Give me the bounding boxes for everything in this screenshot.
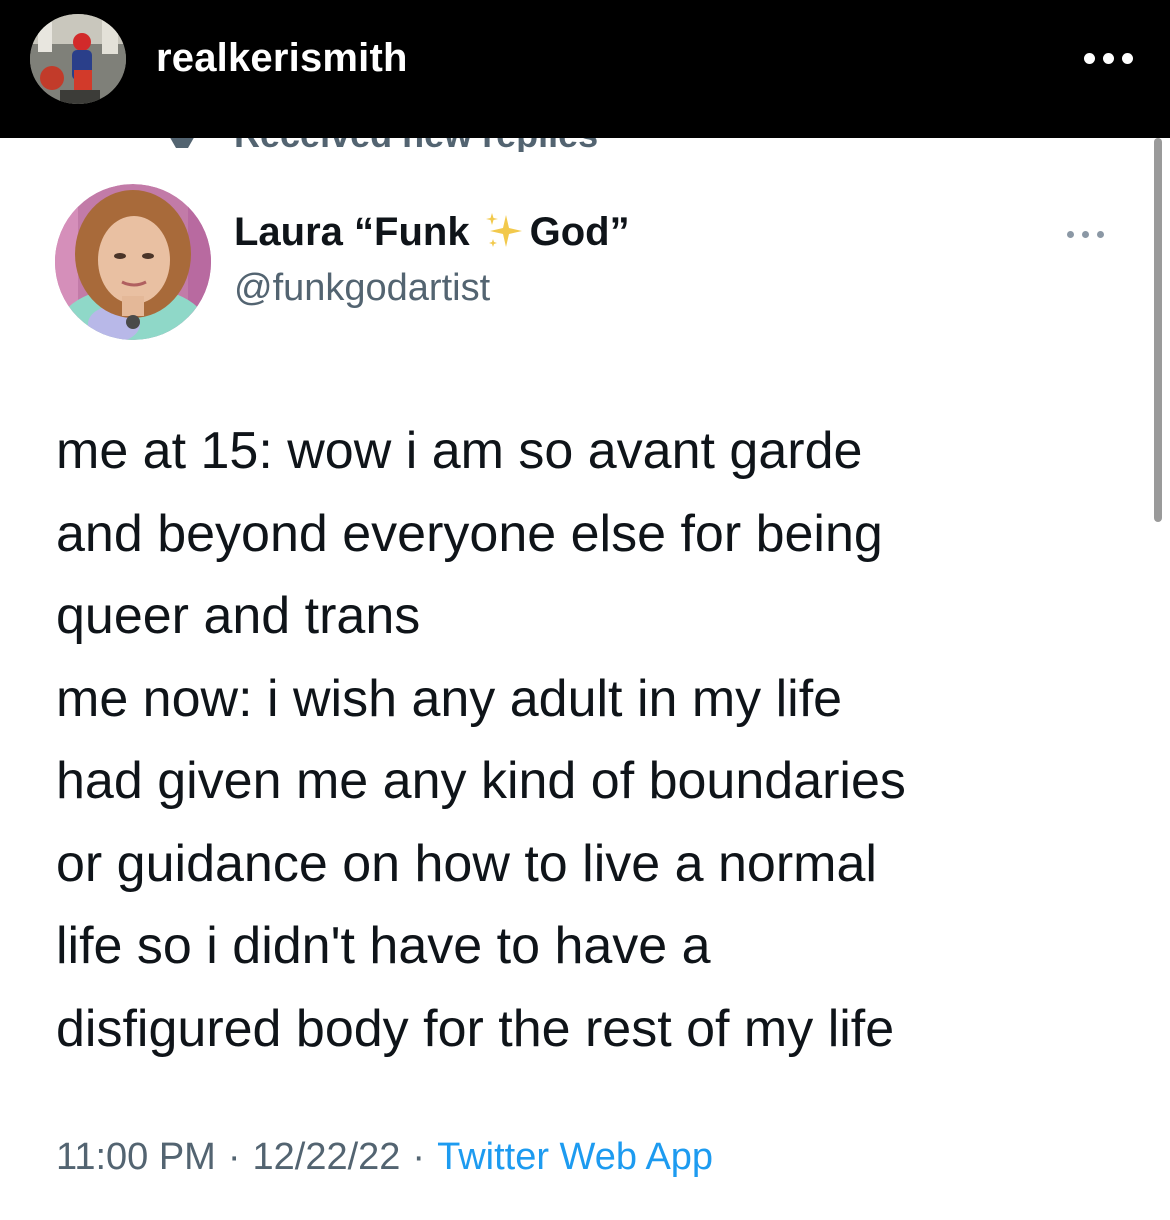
source-app-link[interactable]: Twitter Web App: [437, 1136, 713, 1178]
tweet-author-avatar[interactable]: [54, 184, 212, 340]
tweet-text-line: me now: i wish any adult in my life: [56, 669, 843, 728]
tweet-text-line: queer and trans: [56, 587, 421, 645]
tweet-text-line: and beyond everyone else for being: [56, 504, 883, 563]
tweet-text-line: me at 15: wow i am so avant garde: [56, 422, 863, 480]
author-photo-icon: [55, 184, 211, 340]
tweet-handle[interactable]: @funkgodartist: [234, 267, 490, 310]
tweet-metadata: 11:00 PM · 12/22/22 · Twitter Web App: [56, 1136, 713, 1179]
tweet-text-line: had given me any kind of boundaries: [56, 752, 906, 810]
tweet-date[interactable]: 12/22/22: [253, 1136, 401, 1178]
instagram-header: realkerismith: [0, 0, 1170, 138]
tweet-text-line: disfigured body for the rest of my life: [56, 999, 895, 1058]
instagram-username[interactable]: realkerismith: [156, 36, 408, 81]
separator-dot: ·: [412, 1136, 426, 1178]
separator-dot: ·: [227, 1136, 241, 1178]
tweet-text: me at 15: wow i am so avant garde and be…: [56, 410, 1116, 1070]
display-name-part2: God”: [529, 210, 630, 254]
tweet-text-line: or guidance on how to live a normal: [56, 834, 877, 893]
tweet-display-name[interactable]: Laura “Funk God”: [234, 210, 630, 261]
cropped-notice-text: Received new replies: [234, 138, 598, 152]
sparkles-icon: [484, 211, 524, 261]
more-options-icon[interactable]: [1076, 44, 1140, 72]
tweet-text-line: life so i didn't have to have a: [56, 917, 711, 975]
tweet-time[interactable]: 11:00 PM: [56, 1136, 216, 1178]
arrow-icon: [170, 138, 194, 148]
cropped-replies-notice: Received new replies: [0, 138, 1170, 152]
tweet-more-icon[interactable]: [1063, 226, 1109, 244]
user-avatar[interactable]: [30, 14, 126, 104]
display-name-part1: Laura “Funk: [234, 210, 470, 254]
avatar-photo-icon: [30, 14, 126, 104]
scrollbar[interactable]: [1154, 138, 1162, 522]
